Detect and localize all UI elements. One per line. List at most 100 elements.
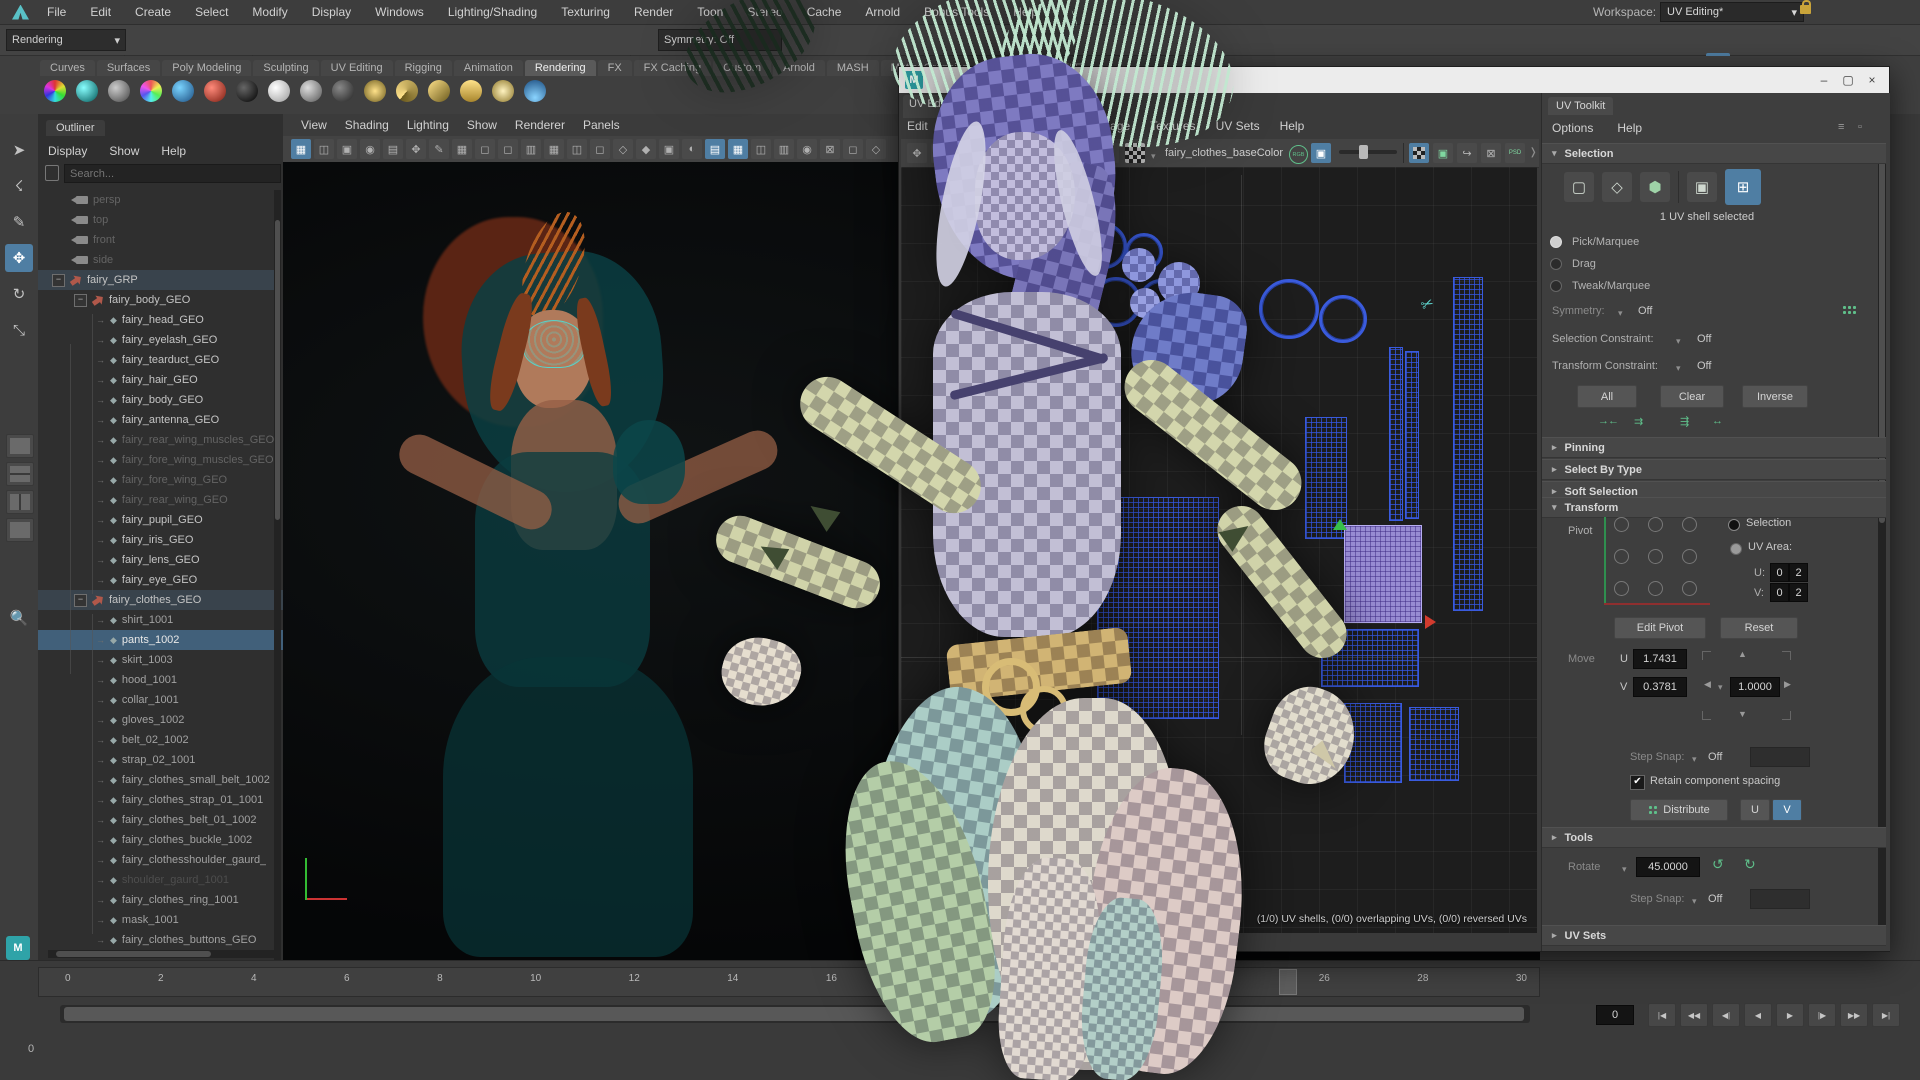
paint-select-tool-icon[interactable]: ✎ bbox=[5, 208, 33, 236]
outliner-item-strap-02-1001[interactable]: →◆strap_02_1001 bbox=[38, 750, 283, 770]
time-tick-28[interactable]: 28 bbox=[1417, 973, 1428, 984]
lock-workspace-icon[interactable] bbox=[1800, 5, 1811, 14]
uv-menu-uv-sets[interactable]: UV Sets bbox=[1216, 119, 1260, 133]
time-tick-12[interactable]: 12 bbox=[629, 973, 640, 984]
mode-row-pick-marquee[interactable]: Pick/Marquee bbox=[1550, 231, 1650, 253]
uv-view-area[interactable]: ✂ (1/0) UV shells, (0/0) overlapping UVs… bbox=[901, 167, 1537, 933]
image-dim-slider[interactable] bbox=[1339, 150, 1397, 154]
pivot-selection-radio[interactable] bbox=[1728, 519, 1740, 531]
pivot-pos[interactable] bbox=[1648, 517, 1663, 532]
shelf-icon-ambient-light[interactable] bbox=[490, 78, 516, 104]
uv-shell-selected[interactable] bbox=[1344, 525, 1422, 623]
outliner-item-fairy-eye-geo[interactable]: →◆fairy_eye_GEO bbox=[38, 570, 283, 590]
uv-move-icon[interactable]: ✥ bbox=[907, 143, 927, 163]
section-select-by-type[interactable]: ▸Select By Type bbox=[1542, 459, 1886, 480]
outliner-item-fairy-pupil-geo[interactable]: →◆fairy_pupil_GEO bbox=[38, 510, 283, 530]
layout-two-pane-icon[interactable] bbox=[6, 490, 34, 514]
transform-constraint-value[interactable]: Off bbox=[1697, 360, 1711, 372]
move-left-button[interactable]: ◀ bbox=[1704, 679, 1711, 690]
menu-lighting-shading[interactable]: Lighting/Shading bbox=[448, 5, 537, 19]
shelf-icon-shaderball-dark[interactable] bbox=[330, 78, 356, 104]
step-forward-frame-icon[interactable]: |▶ bbox=[1808, 1003, 1836, 1027]
select-all-button[interactable]: All bbox=[1577, 385, 1637, 408]
u-min-field[interactable]: 0 bbox=[1770, 563, 1789, 582]
uv-shell-selection-icon[interactable]: ⊞ bbox=[1725, 169, 1761, 205]
uv-shell[interactable] bbox=[1409, 707, 1459, 781]
viewport-use-all-lights-icon[interactable]: ◐ bbox=[682, 139, 702, 159]
uv-shell-strip[interactable] bbox=[1405, 351, 1419, 519]
psd-network-icon[interactable]: PSD bbox=[1505, 143, 1525, 163]
shelf-tab-animation[interactable]: Animation bbox=[454, 60, 523, 76]
uv-menu-textures[interactable]: Textures bbox=[1150, 119, 1195, 133]
face-selection-icon[interactable]: ⬢ bbox=[1640, 172, 1670, 202]
outliner-item-fairy-clothes-buckle-1002[interactable]: →◆fairy_clothes_buckle_1002 bbox=[38, 830, 283, 850]
maximize-icon[interactable]: ▢ bbox=[1837, 71, 1859, 89]
time-tick-18[interactable]: 18 bbox=[924, 973, 935, 984]
menu-stereo[interactable]: Stereo bbox=[747, 5, 782, 19]
shelf-icon-shaderball-black[interactable] bbox=[234, 78, 260, 104]
uv-shell-ring[interactable] bbox=[1039, 230, 1077, 268]
outliner-item-shoulder-gaurd-1001[interactable]: →◆shoulder_gaurd_1001 bbox=[38, 870, 283, 890]
rotate-tool-icon[interactable]: ↻ bbox=[5, 280, 33, 308]
v-min-field[interactable]: 0 bbox=[1770, 583, 1789, 602]
layout-single-pane-icon[interactable] bbox=[6, 434, 34, 458]
expand-toggle-icon[interactable]: − bbox=[52, 274, 65, 287]
shelf-icon-shaderball-white[interactable] bbox=[266, 78, 292, 104]
pivot-pos[interactable] bbox=[1682, 581, 1697, 596]
rotate-ccw-icon[interactable]: ↺ bbox=[1712, 856, 1724, 873]
move-up-button[interactable]: ▲ bbox=[1738, 649, 1747, 659]
chevron-down-icon[interactable]: ▾ bbox=[1622, 864, 1627, 875]
pivot-uv-area-radio[interactable] bbox=[1730, 543, 1742, 555]
rotate-angle-field[interactable]: 45.0000 bbox=[1636, 857, 1700, 877]
minimize-icon[interactable]: – bbox=[1813, 71, 1835, 89]
outliner-item-fairy-clothesshoulder-gaurd-[interactable]: →◆fairy_clothesshoulder_gaurd_ bbox=[38, 850, 283, 870]
menu-edit[interactable]: Edit bbox=[90, 5, 111, 19]
mode-row-tweak-marquee[interactable]: Tweak/Marquee bbox=[1550, 275, 1650, 297]
section-selection[interactable]: ▾Selection bbox=[1542, 143, 1886, 164]
viewport-depth-of-field-icon[interactable]: ◉ bbox=[797, 139, 817, 159]
step-back-frame-icon[interactable]: ◀| bbox=[1712, 1003, 1740, 1027]
shelf-tab-rendering[interactable]: Rendering bbox=[525, 60, 596, 76]
expand-toggle-icon[interactable]: − bbox=[74, 594, 87, 607]
outliner-item-fairy-clothes-small-belt-1002[interactable]: →◆fairy_clothes_small_belt_1002 bbox=[38, 770, 283, 790]
viewport-menu-panels[interactable]: Panels bbox=[583, 118, 620, 132]
select-tool-icon[interactable]: ➤ bbox=[5, 136, 33, 164]
shelf-icon-ipr-render[interactable] bbox=[74, 78, 100, 104]
viewport-film-gate-icon[interactable]: ◻ bbox=[475, 139, 495, 159]
time-tick-4[interactable]: 4 bbox=[251, 973, 257, 984]
menu-display[interactable]: Display bbox=[312, 5, 351, 19]
symmetry-grid-icon[interactable] bbox=[1842, 305, 1856, 315]
shelf-icon-sky-dome[interactable] bbox=[522, 78, 548, 104]
menu-modify[interactable]: Modify bbox=[252, 5, 287, 19]
shelf-tab-fx[interactable]: FX bbox=[598, 60, 632, 76]
pivot-pos[interactable] bbox=[1648, 581, 1663, 596]
uv-shell[interactable] bbox=[1097, 497, 1219, 719]
outliner-item-fairy-rear-wing-geo[interactable]: →◆fairy_rear_wing_GEO bbox=[38, 490, 283, 510]
viewport-gate-mask-icon[interactable]: ▥ bbox=[521, 139, 541, 159]
shelf-icon-directional-light[interactable] bbox=[426, 78, 452, 104]
outliner-item-skirt-1003[interactable]: →◆skirt_1003 bbox=[38, 650, 283, 670]
menu-toon[interactable]: Toon bbox=[697, 5, 723, 19]
edge-selection-icon[interactable]: ◇ bbox=[1602, 172, 1632, 202]
viewport-bookmarks-icon[interactable]: ◉ bbox=[360, 139, 380, 159]
outliner-item-mask-1001[interactable]: →◆mask_1001 bbox=[38, 910, 283, 930]
uv-editor-tab[interactable]: UV Editor bbox=[903, 95, 987, 118]
clear-selection-button[interactable]: Clear bbox=[1660, 385, 1724, 408]
viewport-resolution-gate-icon[interactable]: ◻ bbox=[498, 139, 518, 159]
outliner-item-collar-1001[interactable]: →◆collar_1001 bbox=[38, 690, 283, 710]
uv-shell-ring[interactable] bbox=[1125, 233, 1163, 271]
time-tick-30[interactable]: 30 bbox=[1516, 973, 1527, 984]
uv-scale-icon[interactable]: ⤡ bbox=[955, 143, 975, 163]
outliner-item-shirt-1001[interactable]: →◆shirt_1001 bbox=[38, 610, 283, 630]
time-tick-6[interactable]: 6 bbox=[344, 973, 350, 984]
uv-menu-tools[interactable]: Tools bbox=[1003, 119, 1031, 133]
u-max-field[interactable]: 2 bbox=[1789, 563, 1808, 582]
current-frame-field[interactable]: 0 bbox=[1596, 1005, 1634, 1025]
window-title-bar[interactable]: M – ▢ × bbox=[899, 67, 1889, 93]
menu-windows[interactable]: Windows bbox=[375, 5, 424, 19]
shrink-selection-icon[interactable]: →← bbox=[1598, 415, 1618, 427]
outliner-item-pants-1002[interactable]: →◆pants_1002 bbox=[38, 630, 283, 650]
expand-toggle-icon[interactable]: − bbox=[74, 294, 87, 307]
chevron-down-icon[interactable]: ▾ bbox=[1676, 363, 1681, 374]
toolkit-menu-help[interactable]: Help bbox=[1617, 121, 1642, 135]
